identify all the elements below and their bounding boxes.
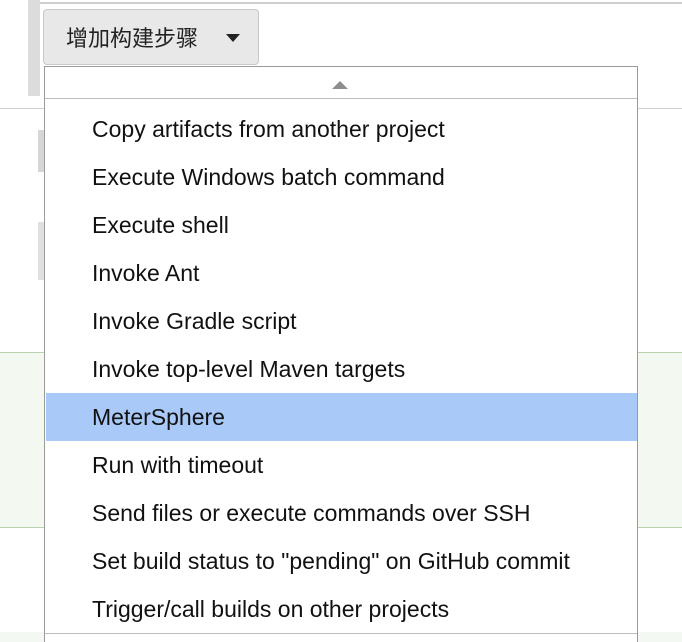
menu-bottom-divider	[45, 633, 637, 634]
triangle-up-icon	[332, 81, 348, 89]
section-top-border	[40, 2, 682, 4]
menu-item[interactable]: Execute shell	[46, 201, 637, 249]
menu-scroll-up-button[interactable]	[45, 67, 637, 99]
build-step-dropdown-menu[interactable]: Copy artifacts from another project Execu…	[44, 66, 638, 642]
menu-item[interactable]: Trigger/call builds on other projects	[46, 585, 637, 633]
menu-item[interactable]: Copy artifacts from another project	[46, 105, 637, 153]
caret-down-icon	[226, 34, 240, 42]
menu-item[interactable]: Send files or execute commands over SSH	[46, 489, 637, 537]
menu-item-list: Copy artifacts from another project Execu…	[46, 105, 637, 633]
section-left-rail	[28, 0, 40, 96]
jenkins-config-page: 增加构建步骤 Copy artifacts from another proje…	[0, 0, 682, 642]
add-build-step-button[interactable]: 增加构建步骤	[43, 9, 259, 65]
menu-item[interactable]: Invoke top-level Maven targets	[46, 345, 637, 393]
menu-item[interactable]: Execute Windows batch command	[46, 153, 637, 201]
menu-item[interactable]: Invoke Ant	[46, 249, 637, 297]
background-highlight-band	[636, 352, 682, 528]
background-highlight-band	[0, 352, 46, 528]
add-build-step-label: 增加构建步骤	[66, 26, 199, 51]
menu-item[interactable]: Set build status to "pending" on GitHub …	[46, 537, 637, 585]
menu-item[interactable]: Invoke Gradle script	[46, 297, 637, 345]
menu-item[interactable]: MeterSphere	[46, 393, 637, 441]
menu-item[interactable]: Run with timeout	[46, 441, 637, 489]
